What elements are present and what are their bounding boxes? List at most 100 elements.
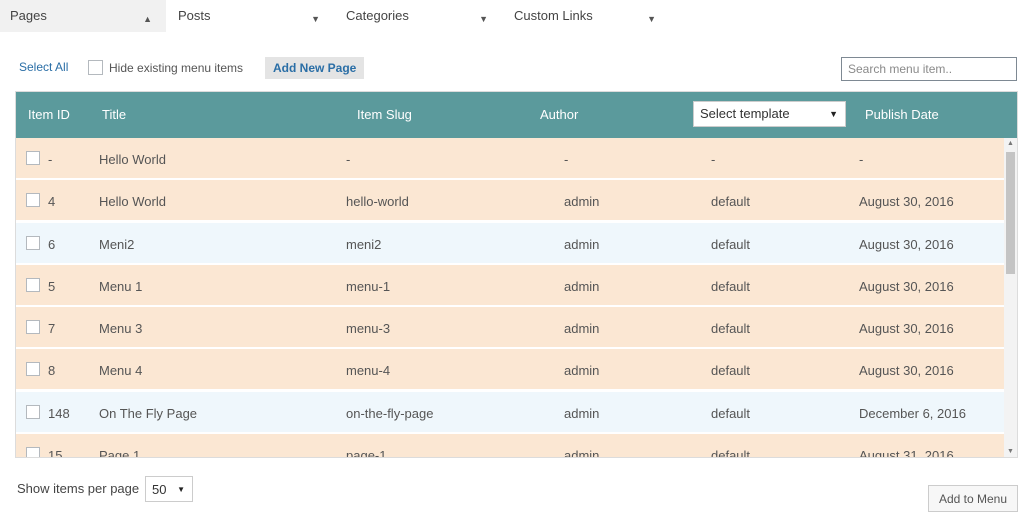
tab-pages[interactable]: Pages ▲ — [0, 0, 166, 32]
table-row[interactable]: 4 Hello World hello-world admin default Augus… — [16, 180, 1004, 221]
cell-item-id: 8 — [48, 363, 56, 379]
row-checkbox[interactable] — [26, 193, 40, 208]
cell-slug: page-1 — [346, 448, 387, 458]
cell-template: default — [711, 278, 751, 294]
hide-existing-label: Hide existing menu items — [109, 61, 244, 75]
column-header-author: Author — [540, 107, 579, 122]
cell-publish-date: August 30, 2016 — [859, 278, 954, 294]
row-checkbox[interactable] — [26, 404, 40, 419]
table-row[interactable]: 5 Menu 1 menu-1 admin default August 30, 2016 — [16, 264, 1004, 305]
tab-label: Pages — [10, 8, 47, 23]
cell-slug: hello-world — [346, 194, 409, 210]
cell-title: Hello World — [99, 152, 166, 167]
add-to-menu-button[interactable]: Add to Menu — [928, 485, 1018, 512]
cell-publish-date: August 30, 2016 — [859, 321, 954, 337]
cell-author: admin — [564, 194, 600, 210]
table-row[interactable]: 148 On The Fly Page on-the-fly-page admin de… — [16, 391, 1004, 432]
hide-existing-checkbox[interactable] — [88, 60, 103, 75]
cell-title: Menu 4 — [99, 363, 143, 379]
cell-slug: meni2 — [346, 236, 382, 252]
cell-publish-date: December 6, 2016 — [859, 405, 966, 421]
cell-author: admin — [564, 448, 600, 458]
table-row[interactable]: 15 Page 1 page-1 admin default August 31, 201… — [16, 434, 1004, 458]
template-select[interactable]: Select template ▼ — [693, 101, 846, 127]
cell-title: Menu 3 — [99, 321, 143, 337]
cell-item-id: - — [48, 152, 53, 167]
column-header-slug: Item Slug — [357, 107, 412, 122]
chevron-down-icon: ▼ — [647, 14, 656, 24]
cell-author: admin — [564, 405, 600, 421]
table-row[interactable]: 8 Menu 4 menu-4 admin default August 30, 2016 — [16, 349, 1004, 390]
row-checkbox[interactable] — [26, 235, 40, 250]
chevron-down-icon: ▼ — [479, 14, 488, 24]
search-input[interactable] — [841, 57, 1017, 81]
table-header: Item ID Title Item Slug Author Select te… — [16, 92, 1017, 138]
scroll-thumb[interactable] — [1006, 152, 1015, 274]
per-page-label: Show items per page — [17, 481, 140, 496]
cell-template: - — [711, 152, 716, 167]
add-new-page-button[interactable]: Add New Page — [265, 57, 365, 79]
tab-label: Custom Links — [514, 8, 593, 23]
tab-posts[interactable]: Posts ▼ — [168, 0, 334, 32]
cell-slug: menu-3 — [346, 321, 391, 337]
cell-template: default — [711, 236, 751, 252]
cell-author: - — [564, 152, 569, 167]
cell-item-id: 15 — [48, 448, 63, 458]
cell-template: default — [711, 363, 751, 379]
cell-publish-date: August 30, 2016 — [859, 363, 954, 379]
cell-item-id: 4 — [48, 194, 56, 210]
caret-down-icon: ▼ — [829, 109, 838, 119]
tab-bar: Pages ▲ Posts ▼ Categories ▼ Custom Link… — [0, 0, 670, 32]
scrollbar[interactable]: ▲ ▼ — [1004, 138, 1017, 457]
column-header-item-id: Item ID — [28, 107, 70, 122]
select-all-link[interactable]: Select All — [19, 60, 68, 74]
cell-item-id: 7 — [48, 321, 56, 337]
chevron-down-icon: ▼ — [311, 14, 320, 24]
cell-slug: on-the-fly-page — [346, 405, 434, 421]
cell-slug: menu-1 — [346, 278, 391, 294]
cell-author: admin — [564, 321, 600, 337]
scroll-up-arrow-icon[interactable]: ▲ — [1004, 140, 1017, 147]
row-checkbox[interactable] — [26, 447, 40, 457]
cell-template: default — [711, 194, 751, 210]
items-table: Item ID Title Item Slug Author Select te… — [15, 91, 1018, 458]
cell-author: admin — [564, 236, 600, 252]
row-checkbox[interactable] — [26, 362, 40, 377]
row-checkbox[interactable] — [26, 151, 40, 165]
table-body: - Hello World - - - - 4 Hello World hello-world a… — [16, 138, 1004, 458]
cell-title: Meni2 — [99, 236, 135, 252]
cell-title: On The Fly Page — [99, 405, 198, 421]
table-row[interactable]: - Hello World - - - - — [16, 138, 1004, 178]
cell-slug: - — [346, 152, 351, 167]
cell-publish-date: August 30, 2016 — [859, 194, 954, 210]
cell-template: default — [711, 321, 751, 337]
per-page-value: 50 — [152, 482, 167, 497]
cell-item-id: 5 — [48, 278, 56, 294]
table-row[interactable]: 6 Meni2 meni2 admin default August 30, 2016 — [16, 222, 1004, 263]
cell-publish-date: August 30, 2016 — [859, 236, 954, 252]
cell-title: Menu 1 — [99, 278, 143, 294]
column-header-publish-date: Publish Date — [865, 107, 939, 122]
tab-custom-links[interactable]: Custom Links ▼ — [504, 0, 670, 32]
tab-label: Posts — [178, 8, 211, 23]
cell-publish-date: - — [859, 152, 864, 167]
cell-publish-date: August 31, 2016 — [859, 448, 954, 458]
cell-template: default — [711, 405, 751, 421]
cell-slug: menu-4 — [346, 363, 391, 379]
per-page-select[interactable]: 50 ▼ — [145, 476, 193, 502]
chevron-up-icon: ▲ — [143, 14, 152, 24]
caret-down-icon: ▼ — [177, 485, 185, 494]
row-checkbox[interactable] — [26, 277, 40, 292]
column-header-title: Title — [102, 107, 127, 122]
template-select-value: Select template — [700, 106, 790, 121]
cell-author: admin — [564, 278, 600, 294]
tab-categories[interactable]: Categories ▼ — [336, 0, 502, 32]
cell-item-id: 6 — [48, 236, 56, 252]
table-row[interactable]: 7 Menu 3 menu-3 admin default August 30, 2016 — [16, 307, 1004, 348]
tab-label: Categories — [346, 8, 409, 23]
cell-author: admin — [564, 363, 600, 379]
row-checkbox[interactable] — [26, 320, 40, 335]
scroll-down-arrow-icon[interactable]: ▼ — [1004, 448, 1017, 455]
cell-template: default — [711, 448, 751, 458]
cell-title: Page 1 — [99, 448, 141, 458]
